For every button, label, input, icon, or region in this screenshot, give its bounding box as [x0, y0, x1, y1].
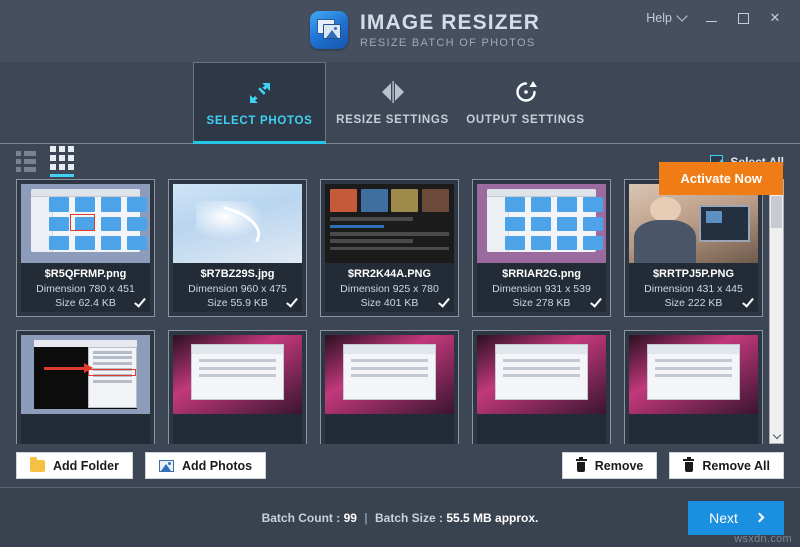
flip-horizontal-icon	[380, 79, 406, 105]
photo-name: $R5QFRMP.png	[44, 268, 127, 280]
photo-thumbnail	[477, 184, 606, 263]
minimize-icon	[705, 20, 717, 23]
tab-label: RESIZE SETTINGS	[336, 114, 449, 126]
watermark: wsxdn.com	[734, 533, 792, 545]
photo-thumbnail	[477, 335, 606, 414]
remove-label: Remove	[594, 458, 644, 473]
add-photos-button[interactable]: Add Photos	[144, 452, 267, 479]
photo-name: $RRIAR2G.png	[502, 268, 581, 280]
chevron-right-icon	[754, 512, 765, 523]
trash-icon	[575, 457, 587, 472]
image-stack-icon	[310, 11, 348, 49]
next-label: Next	[709, 509, 738, 526]
activate-now-button[interactable]: Activate Now	[659, 162, 783, 195]
maximize-button[interactable]	[728, 6, 758, 30]
batch-summary: Batch Count : 99 | Batch Size : 55.5 MB …	[262, 511, 539, 525]
photo-name: $RR2K44A.PNG	[347, 268, 432, 280]
photo-card[interactable]: $R5QFRMP.png Dimension 780 x 451 Size 62…	[16, 179, 155, 317]
add-folder-button[interactable]: Add Folder	[16, 452, 133, 479]
photo-card[interactable]	[168, 330, 307, 444]
window-controls: Help ✕	[638, 6, 790, 30]
action-toolbar: Add Folder Add Photos Remove Remove All	[0, 444, 800, 487]
photo-size: Size 55.9 KB	[207, 297, 268, 309]
photo-size: Size 222 KB	[664, 297, 723, 309]
tab-select-photos[interactable]: SELECT PHOTOS	[193, 62, 326, 144]
photo-name: $RRTPJ5P.PNG	[652, 268, 735, 280]
app-subtitle: RESIZE BATCH OF PHOTOS	[360, 36, 536, 49]
list-view-icon[interactable]	[16, 151, 36, 172]
scrollbar-thumb[interactable]	[771, 196, 782, 228]
batch-size-value: 55.5 MB approx.	[446, 510, 539, 525]
photo-checkbox[interactable]	[438, 297, 449, 308]
chevron-down-icon	[676, 10, 688, 22]
photo-thumbnail	[325, 335, 454, 414]
help-label: Help	[646, 11, 672, 25]
photo-icon	[158, 459, 174, 472]
photo-card[interactable]	[320, 330, 459, 444]
tab-resize-settings[interactable]: RESIZE SETTINGS	[326, 62, 459, 143]
photo-checkbox[interactable]	[590, 297, 601, 308]
photo-grid: $R5QFRMP.png Dimension 780 x 451 Size 62…	[16, 179, 764, 444]
photo-card[interactable]	[624, 330, 763, 444]
photo-size: Size 278 KB	[512, 297, 571, 309]
photo-thumbnail	[21, 184, 150, 263]
tab-output-settings[interactable]: OUTPUT SETTINGS	[459, 62, 592, 143]
status-bar: Batch Count : 99 | Batch Size : 55.5 MB …	[0, 487, 800, 547]
remove-all-button[interactable]: Remove All	[669, 452, 784, 479]
photo-grid-container: $R5QFRMP.png Dimension 780 x 451 Size 62…	[0, 179, 800, 444]
batch-size-label: Batch Size :	[375, 510, 444, 525]
photo-dimension: Dimension 931 x 539	[492, 283, 591, 295]
minimize-button[interactable]	[696, 6, 726, 30]
image-resizer-window: IMAGE RESIZER RESIZE BATCH OF PHOTOS Hel…	[0, 0, 800, 547]
title-bar: IMAGE RESIZER RESIZE BATCH OF PHOTOS Hel…	[0, 0, 800, 62]
photo-card[interactable]	[16, 330, 155, 444]
add-folder-label: Add Folder	[53, 458, 119, 473]
batch-count-label: Batch Count :	[261, 510, 341, 525]
status-separator: |	[364, 510, 368, 525]
maximize-icon	[737, 12, 749, 24]
photo-size: Size 401 KB	[360, 297, 419, 309]
photo-checkbox[interactable]	[286, 297, 297, 308]
photo-thumbnail	[21, 335, 150, 414]
tab-label: OUTPUT SETTINGS	[466, 114, 585, 126]
photo-thumbnail	[325, 184, 454, 263]
next-button[interactable]: Next	[688, 500, 784, 535]
photo-dimension: Dimension 960 x 475	[188, 283, 287, 295]
resize-arrows-icon	[247, 80, 273, 106]
photo-grid-scrollbar[interactable]	[769, 179, 784, 444]
tab-label: SELECT PHOTOS	[206, 114, 313, 127]
grid-view-icon[interactable]	[50, 146, 74, 177]
app-brand: IMAGE RESIZER RESIZE BATCH OF PHOTOS	[310, 11, 540, 49]
photo-thumbnail	[629, 184, 758, 263]
photo-checkbox[interactable]	[742, 297, 753, 308]
help-menu-button[interactable]: Help	[638, 6, 694, 30]
photo-checkbox[interactable]	[134, 297, 145, 308]
photo-dimension: Dimension 780 x 451	[36, 283, 135, 295]
photo-card[interactable]: $RR2K44A.PNG Dimension 925 x 780 Size 40…	[320, 179, 459, 317]
photo-thumbnail	[173, 335, 302, 414]
app-title: IMAGE RESIZER	[360, 10, 540, 34]
photo-dimension: Dimension 431 x 445	[644, 283, 743, 295]
remove-all-label: Remove All	[702, 458, 770, 473]
tab-bar: SELECT PHOTOS RESIZE SETTINGS OUTPUT SET…	[0, 62, 800, 195]
photo-card[interactable]	[472, 330, 611, 444]
trash-icon	[683, 457, 695, 472]
batch-count-value: 99	[343, 510, 357, 525]
close-button[interactable]: ✕	[760, 6, 790, 30]
photo-card[interactable]: $R7BZ29S.jpg Dimension 960 x 475 Size 55…	[168, 179, 307, 317]
scroll-down-arrow-icon[interactable]	[770, 429, 783, 443]
refresh-circle-icon	[514, 79, 538, 105]
photo-card[interactable]: $RRTPJ5P.PNG Dimension 431 x 445 Size 22…	[624, 179, 763, 317]
folder-icon	[30, 456, 45, 472]
photo-name: $R7BZ29S.jpg	[200, 268, 275, 280]
photo-thumbnail	[173, 184, 302, 263]
remove-button[interactable]: Remove	[561, 452, 658, 479]
add-photos-label: Add Photos	[181, 458, 253, 473]
close-icon: ✕	[769, 10, 781, 25]
photo-thumbnail	[629, 335, 758, 414]
photo-size: Size 62.4 KB	[55, 297, 116, 309]
photo-card[interactable]: $RRIAR2G.png Dimension 931 x 539 Size 27…	[472, 179, 611, 317]
photo-dimension: Dimension 925 x 780	[340, 283, 439, 295]
